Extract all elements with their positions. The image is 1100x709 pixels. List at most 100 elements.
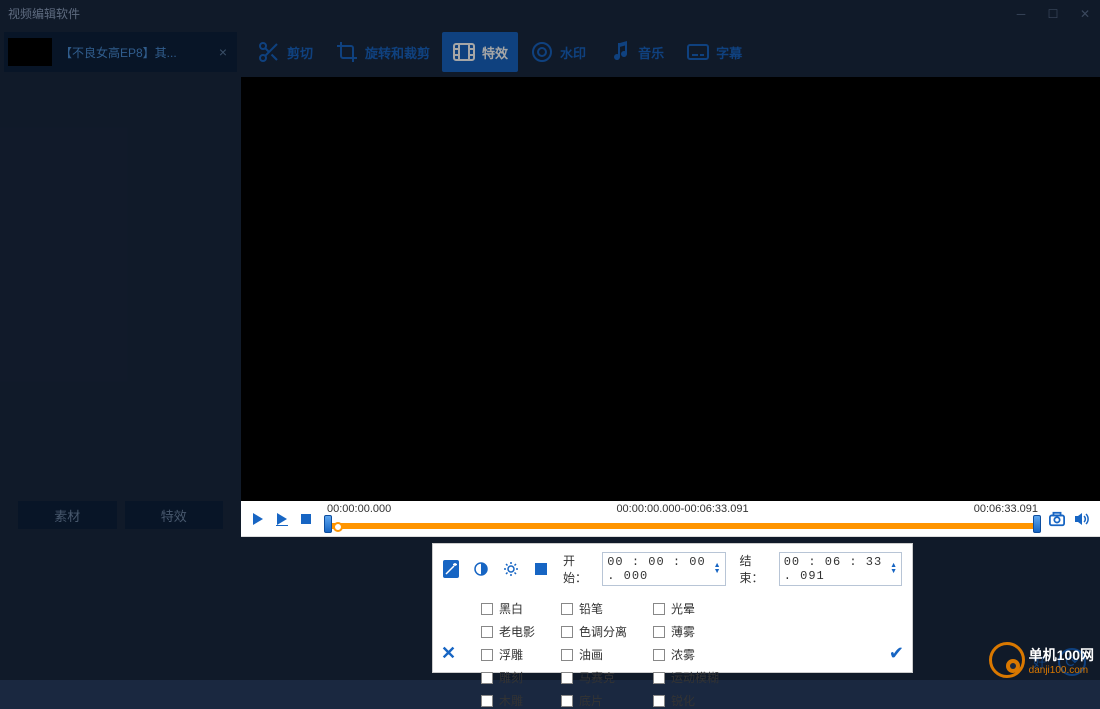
effect-label: 老电影 [499,623,535,640]
timeline-playhead[interactable] [333,522,343,532]
effect-label: 薄雾 [671,623,695,640]
effect-checkbox[interactable]: 底片 [561,692,627,709]
maximize-button[interactable]: ☐ [1046,7,1060,21]
timeline-handle-right[interactable] [1033,515,1041,533]
effects-cancel-button[interactable]: ✕ [441,643,456,664]
start-down[interactable]: ▼ [714,569,721,575]
file-tab-area: 【不良女高EP8】其... × [0,27,241,77]
transport-bar: 00:00:00.000 00:00:00.000-00:06:33.091 0… [241,501,1100,537]
start-time-value: 00 : 00 : 00 . 000 [607,555,709,583]
effect-label: 马赛克 [579,669,615,686]
effects-col-1: 黑白老电影浮雕雕刻木雕 [481,600,535,709]
effect-checkbox[interactable]: 浓雾 [653,646,719,663]
checkbox-box [481,672,493,684]
watermark-line1: 单机100网 [1029,645,1094,665]
tool-rotate-crop[interactable]: 旋转和裁剪 [325,32,440,72]
stamp-icon [530,40,554,64]
start-time-input[interactable]: 00 : 00 : 00 . 000 ▲▼ [602,552,725,586]
effect-checkbox[interactable]: 黑白 [481,600,535,617]
music-icon [608,40,632,64]
effect-checkbox[interactable]: 薄雾 [653,623,719,640]
sidebar-content [0,77,241,497]
checkbox-box [653,649,665,661]
tool-watermark[interactable]: 水印 [520,32,596,72]
contrast-icon[interactable] [473,560,489,578]
sidebar-tab-material[interactable]: 素材 [18,501,117,529]
play-button[interactable] [247,508,269,530]
sidebar-bottom-tabs: 素材 特效 [0,497,241,537]
watermark-logo-icon [989,642,1025,678]
checkbox-box [481,649,493,661]
file-name: 【不良女高EP8】其... [60,44,205,61]
checkbox-box [481,695,493,707]
timeline[interactable]: 00:00:00.000 00:00:00.000-00:06:33.091 0… [327,505,1038,533]
effect-label: 浓雾 [671,646,695,663]
file-thumbnail [8,38,52,66]
effect-checkbox[interactable]: 浮雕 [481,646,535,663]
tool-effects-label: 特效 [482,43,508,62]
tool-effects[interactable]: 特效 [442,32,518,72]
effect-checkbox[interactable]: 光晕 [653,600,719,617]
video-preview[interactable] [241,77,1100,537]
effect-checkbox[interactable]: 马赛克 [561,669,627,686]
subtitle-icon [686,40,710,64]
checkbox-box [653,672,665,684]
effect-label: 油画 [579,646,603,663]
main-area: 素材 特效 [0,77,1100,537]
tool-subtitle-label: 字幕 [716,43,742,62]
effects-panel: 开始： 00 : 00 : 00 . 000 ▲▼ 结束： 00 : 06 : … [432,543,913,673]
timeline-track[interactable] [327,523,1038,529]
effect-label: 雕刻 [499,669,523,686]
effect-checkbox[interactable]: 运动模糊 [653,669,719,686]
effects-grid: 黑白老电影浮雕雕刻木雕 铅笔色调分离油画马赛克底片 光晕薄雾浓雾运动模糊锐化 [481,600,902,709]
app-title: 视频编辑软件 [8,5,1014,22]
color-swatch-icon[interactable] [533,560,549,578]
play-range-button[interactable] [271,508,293,530]
effect-checkbox[interactable]: 木雕 [481,692,535,709]
effect-label: 运动模糊 [671,669,719,686]
effect-label: 色调分离 [579,623,627,640]
effects-col-2: 铅笔色调分离油画马赛克底片 [561,600,627,709]
tool-music[interactable]: 音乐 [598,32,674,72]
end-down[interactable]: ▼ [890,569,897,575]
sidebar-tab-effects[interactable]: 特效 [125,501,224,529]
file-tab[interactable]: 【不良女高EP8】其... × [4,32,237,72]
file-close-button[interactable]: × [213,44,233,60]
window-controls: ─ ☐ ✕ [1014,7,1092,21]
tool-cut-label: 剪切 [287,43,313,62]
stop-button[interactable] [295,508,317,530]
effect-label: 锐化 [671,692,695,709]
close-button[interactable]: ✕ [1078,7,1092,21]
timeline-range: 00:00:00.000-00:06:33.091 [616,503,748,515]
brightness-icon[interactable] [503,560,519,578]
timeline-end: 00:06:33.091 [974,503,1038,515]
effects-confirm-button[interactable]: ✔ [889,643,904,664]
minimize-button[interactable]: ─ [1014,7,1028,21]
effect-label: 铅笔 [579,600,603,617]
magic-wand-icon[interactable] [443,560,459,578]
end-time-value: 00 : 06 : 33 . 091 [784,555,886,583]
volume-button[interactable] [1070,508,1092,530]
end-time-input[interactable]: 00 : 06 : 33 . 091 ▲▼ [779,552,902,586]
effects-col-3: 光晕薄雾浓雾运动模糊锐化 [653,600,719,709]
tool-watermark-label: 水印 [560,43,586,62]
tool-cut[interactable]: 剪切 [247,32,323,72]
checkbox-box [561,672,573,684]
effects-top-row: 开始： 00 : 00 : 00 . 000 ▲▼ 结束： 00 : 06 : … [443,552,902,586]
tool-subtitle[interactable]: 字幕 [676,32,752,72]
titlebar: 视频编辑软件 ─ ☐ ✕ [0,0,1100,27]
effect-checkbox[interactable]: 老电影 [481,623,535,640]
effect-checkbox[interactable]: 锐化 [653,692,719,709]
checkbox-box [653,603,665,615]
checkbox-box [481,626,493,638]
effect-checkbox[interactable]: 色调分离 [561,623,627,640]
snapshot-button[interactable] [1046,508,1068,530]
effect-label: 光晕 [671,600,695,617]
checkbox-box [481,603,493,615]
effect-checkbox[interactable]: 铅笔 [561,600,627,617]
effect-checkbox[interactable]: 油画 [561,646,627,663]
watermark-line2: danji100.com [1029,665,1094,676]
effect-checkbox[interactable]: 雕刻 [481,669,535,686]
effect-label: 黑白 [499,600,523,617]
timeline-handle-left[interactable] [324,515,332,533]
